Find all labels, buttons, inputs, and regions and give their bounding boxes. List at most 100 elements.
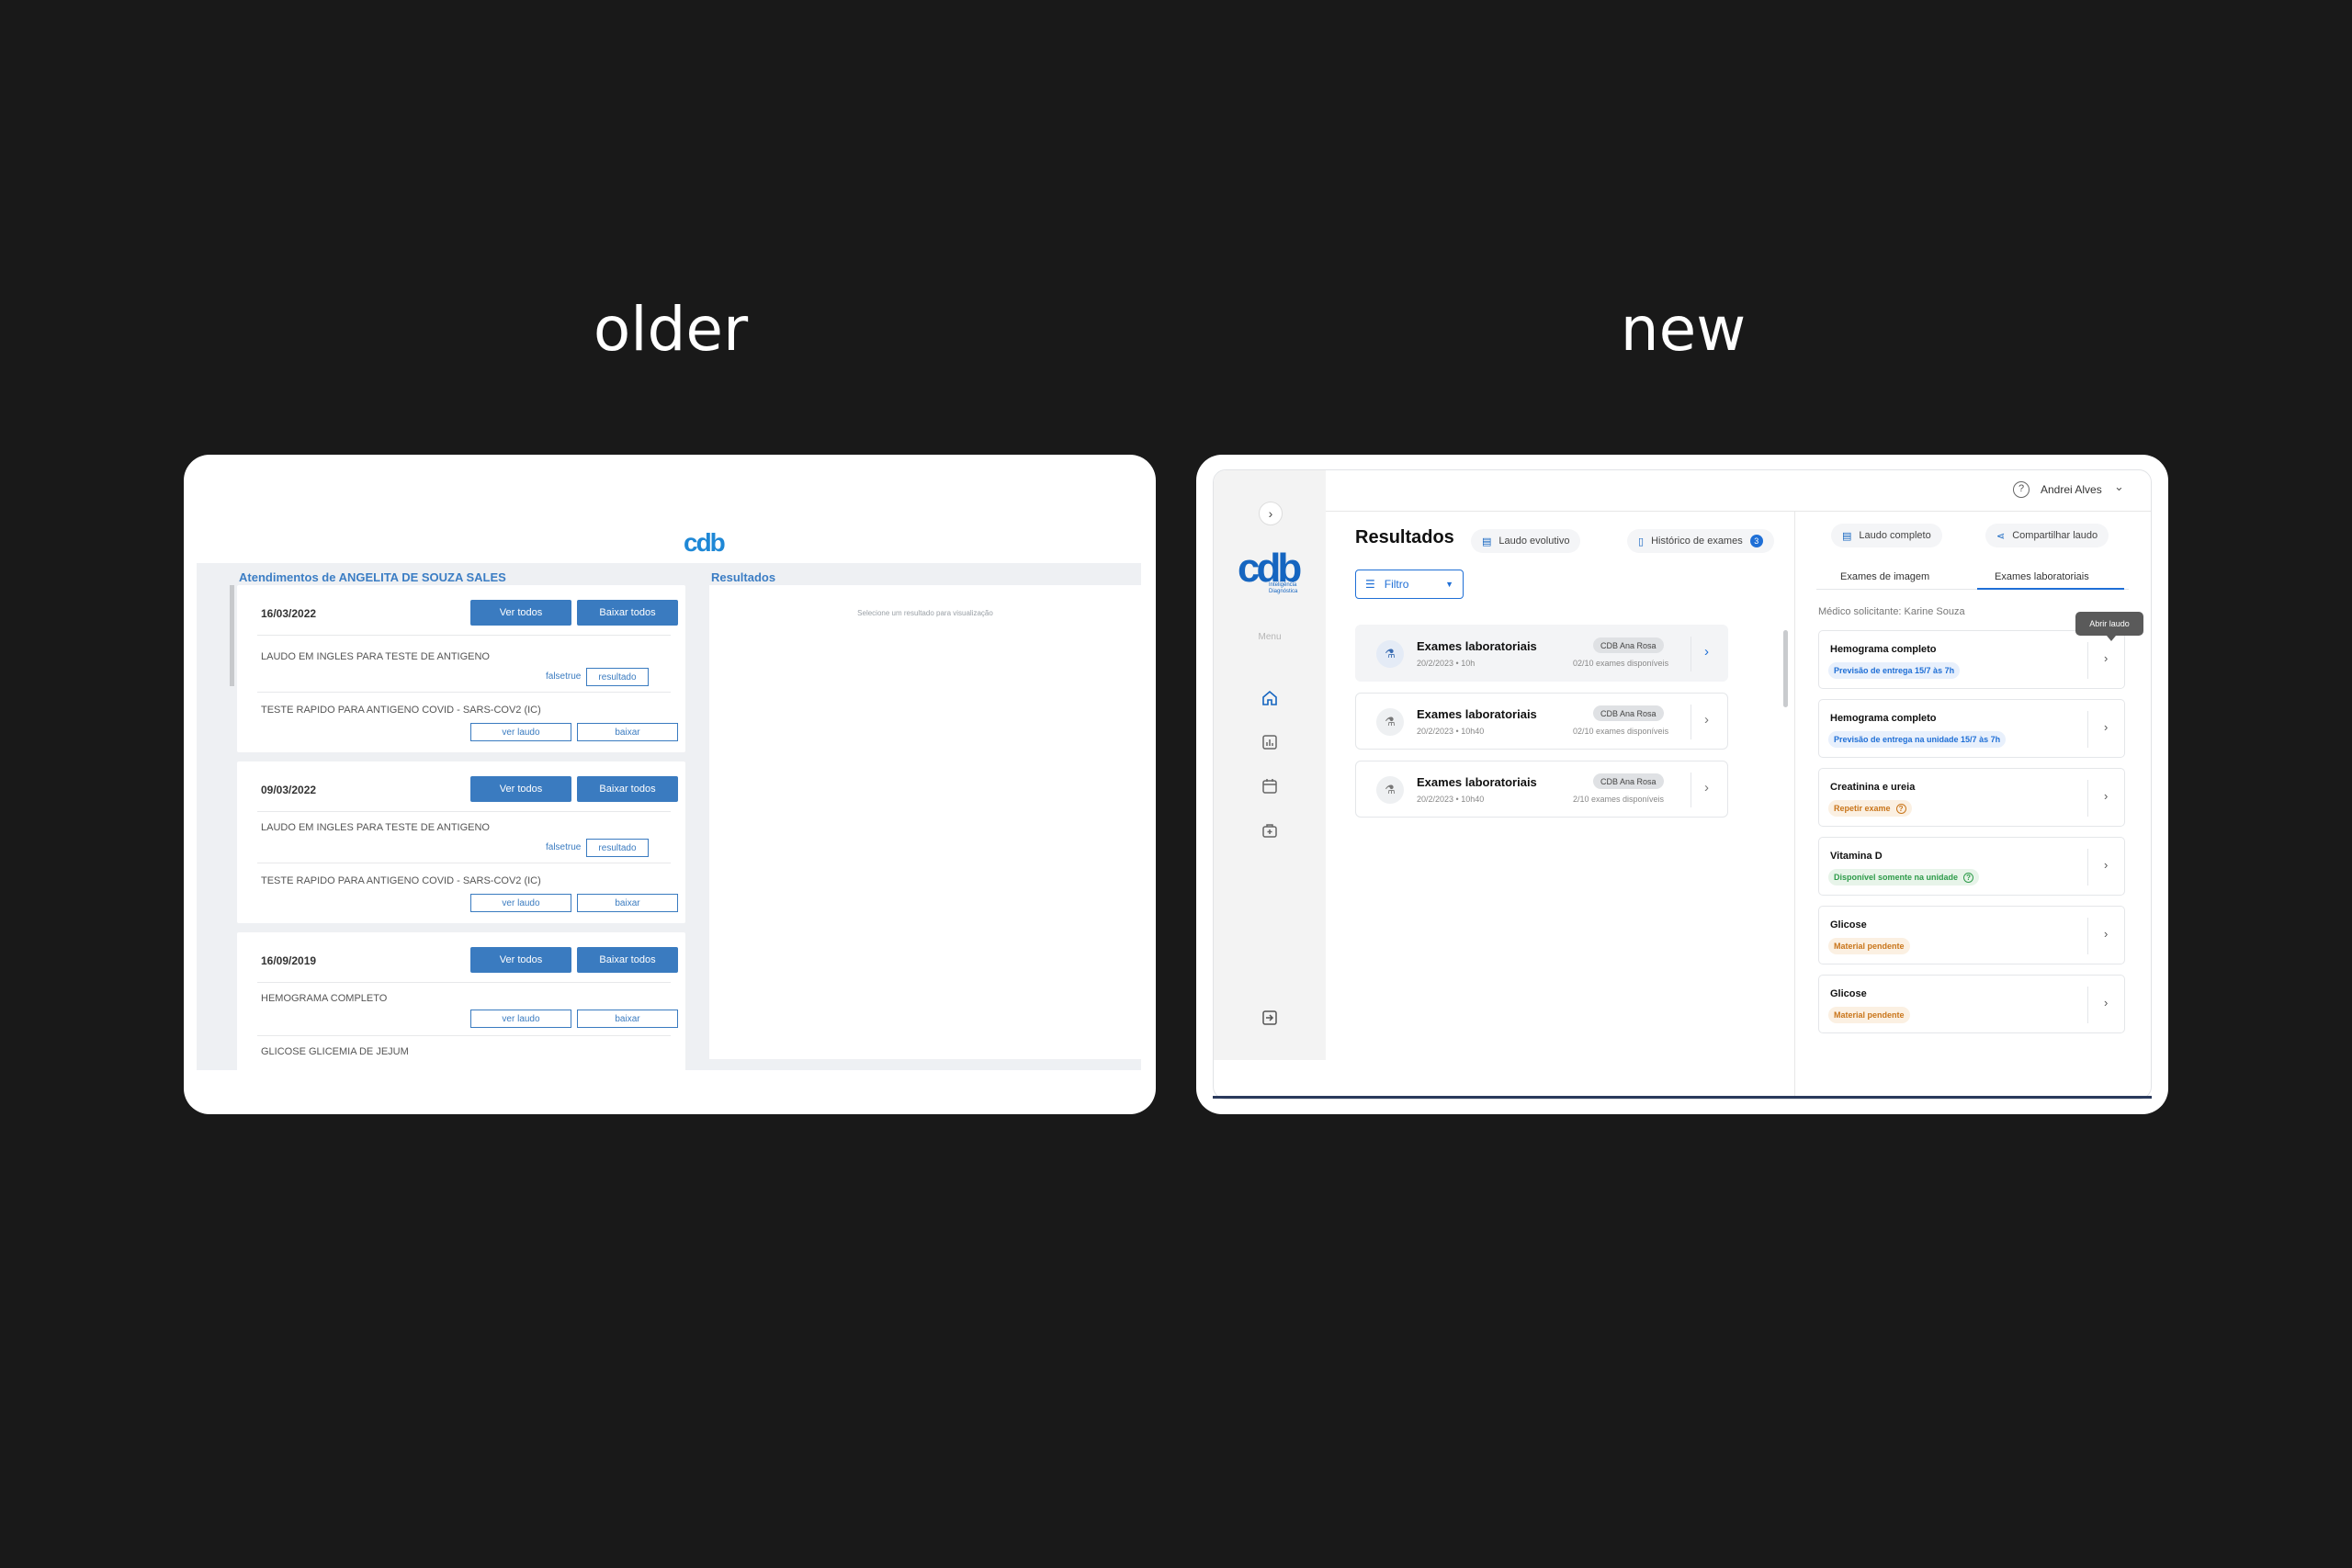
old-baixar-todos-button[interactable]: Baixar todos	[577, 600, 678, 626]
laudo-completo-button[interactable]: ▤ Laudo completo	[1831, 524, 1942, 547]
lab-exam-card[interactable]: Glicose Material pendente ›	[1818, 906, 2125, 964]
divider	[1326, 511, 2151, 512]
chevron-right-icon[interactable]: ›	[1704, 712, 1709, 728]
old-exam-item: GLICOSE GLICEMIA DE JEJUM	[261, 1046, 409, 1057]
help-icon[interactable]: ?	[1963, 872, 1974, 883]
historico-exames-button[interactable]: ▯ Histórico de exames 3	[1627, 529, 1774, 553]
exam-date: 20/2/2023 • 10h40	[1417, 727, 1485, 736]
old-resultado-button[interactable]: resultado	[586, 839, 649, 857]
new-app-window: › cdb Inteligência Diagnóstica Menu ? An…	[1213, 469, 2152, 1100]
chip-label: Compartilhar laudo	[2012, 530, 2098, 541]
help-icon[interactable]: ?	[1895, 803, 1906, 814]
laudo-evolutivo-button[interactable]: ▤ Laudo evolutivo	[1471, 529, 1581, 553]
divider	[2087, 711, 2088, 748]
sliders-icon: ☰	[1365, 578, 1375, 591]
old-attendance-list[interactable]: 16/03/2022 Ver todos Baixar todos LAUDO …	[230, 585, 685, 1070]
chevron-right-icon[interactable]: ›	[1704, 780, 1709, 795]
exam-availability: 02/10 exames disponíveis	[1573, 727, 1669, 736]
old-falsetrue-link[interactable]: falsetrue	[546, 671, 581, 682]
old-ver-laudo-button[interactable]: ver laudo	[470, 894, 571, 912]
lab-exam-card[interactable]: Hemograma completo Previsão de entrega 1…	[1818, 630, 2125, 689]
old-baixar-todos-button[interactable]: Baixar todos	[577, 776, 678, 802]
divider	[1690, 705, 1691, 739]
lab-exam-title: Vitamina D	[1830, 851, 1883, 862]
old-list-scrollbar[interactable]	[230, 585, 234, 686]
help-icon[interactable]: ?	[2013, 481, 2030, 498]
old-ver-todos-button[interactable]: Ver todos	[470, 600, 571, 626]
exam-group-card[interactable]: ⚗ Exames laboratoriais 20/2/2023 • 10h40…	[1355, 693, 1728, 750]
lab-exam-card[interactable]: Vitamina D Disponível somente na unidade…	[1818, 837, 2125, 896]
old-ver-todos-button[interactable]: Ver todos	[470, 947, 571, 973]
old-exam-item: HEMOGRAMA COMPLETO	[261, 993, 388, 1004]
old-exam-item: LAUDO EM INGLES PARA TESTE DE ANTIGENO	[261, 822, 490, 833]
exam-group-card[interactable]: ⚗ Exames laboratoriais 20/2/2023 • 10h40…	[1355, 761, 1728, 818]
old-ver-laudo-button[interactable]: ver laudo	[470, 1010, 571, 1028]
tab-exames-imagem[interactable]: Exames de imagem	[1840, 571, 1929, 582]
filter-label: Filtro	[1384, 578, 1409, 591]
chevron-down-icon[interactable]: ⌄	[2114, 479, 2124, 494]
user-menu[interactable]: Andrei Alves	[2041, 483, 2102, 496]
chevron-right-icon[interactable]: ›	[2104, 789, 2108, 803]
chevron-right-icon: ›	[1268, 506, 1273, 521]
old-group-date: 09/03/2022	[261, 784, 317, 796]
old-attendance-group: 16/09/2019 Ver todos Baixar todos HEMOGR…	[237, 932, 685, 1070]
divider	[257, 811, 671, 812]
sidebar-item-medical-kit[interactable]	[1259, 819, 1281, 841]
divider	[2087, 918, 2088, 954]
tab-exames-laboratoriais[interactable]: Exames laboratoriais	[1995, 571, 2089, 582]
old-group-date: 16/03/2022	[261, 607, 317, 620]
compartilhar-laudo-button[interactable]: ⋖ Compartilhar laudo	[1985, 524, 2109, 547]
old-baixar-button[interactable]: baixar	[577, 894, 678, 912]
requesting-doctor: Médico solicitante: Karine Souza	[1818, 606, 1965, 617]
document-icon: ▤	[1842, 530, 1852, 542]
lab-exam-card[interactable]: Creatinina e ureia Repetir exame? ›	[1818, 768, 2125, 827]
active-tab-indicator	[1977, 588, 2124, 590]
chevron-right-icon[interactable]: ›	[2104, 858, 2108, 872]
test-tube-icon: ⚗	[1376, 640, 1404, 668]
status-badge: Previsão de entrega 15/7 às 7h	[1828, 662, 1961, 679]
list-scrollbar[interactable]	[1783, 630, 1788, 707]
logout-button[interactable]	[1259, 1007, 1281, 1029]
status-label: Previsão de entrega na unidade 15/7 às 7…	[1834, 735, 2001, 744]
exam-group-card[interactable]: ⚗ Exames laboratoriais 20/2/2023 • 10h C…	[1355, 625, 1728, 682]
divider	[1690, 773, 1691, 807]
old-results-panel: Selecione um resultado para visualização	[709, 585, 1141, 1059]
exam-title: Exames laboratoriais	[1417, 775, 1537, 789]
lab-exam-card[interactable]: Hemograma completo Previsão de entrega n…	[1818, 699, 2125, 758]
calendar-icon	[1262, 779, 1277, 794]
old-falsetrue-link[interactable]: falsetrue	[546, 842, 581, 852]
logo-subtitle: Inteligência Diagnóstica	[1269, 582, 1298, 594]
sidebar-toggle-button[interactable]: ›	[1259, 502, 1283, 525]
divider	[1690, 637, 1691, 671]
new-screenshot-card: › cdb Inteligência Diagnóstica Menu ? An…	[1196, 455, 2168, 1114]
old-exam-item: TESTE RAPIDO PARA ANTIGENO COVID - SARS-…	[261, 705, 541, 716]
old-attendance-group: 09/03/2022 Ver todos Baixar todos LAUDO …	[237, 761, 685, 923]
chevron-right-icon[interactable]: ›	[2104, 927, 2108, 941]
unit-tag: CDB Ana Rosa	[1593, 705, 1664, 721]
chevron-right-icon[interactable]: ›	[2104, 996, 2108, 1010]
filter-dropdown[interactable]: ☰ Filtro ▼	[1355, 570, 1464, 599]
chevron-right-icon[interactable]: ›	[2104, 651, 2108, 665]
old-ver-laudo-button[interactable]: ver laudo	[470, 723, 571, 741]
sidebar-item-reports[interactable]	[1259, 731, 1281, 753]
lab-exam-card[interactable]: Glicose Material pendente ›	[1818, 975, 2125, 1033]
divider	[257, 982, 671, 983]
old-baixar-button[interactable]: baixar	[577, 1010, 678, 1028]
old-resultado-button[interactable]: resultado	[586, 668, 649, 686]
status-label: Previsão de entrega 15/7 às 7h	[1834, 666, 1955, 675]
status-label: Material pendente	[1834, 1010, 1905, 1020]
page-title: Resultados	[1355, 527, 1454, 547]
chevron-right-icon[interactable]: ›	[2104, 720, 2108, 734]
sidebar-item-home[interactable]	[1259, 687, 1281, 709]
test-tube-icon: ⚗	[1376, 776, 1404, 804]
old-baixar-todos-button[interactable]: Baixar todos	[577, 947, 678, 973]
old-attendance-group: 16/03/2022 Ver todos Baixar todos LAUDO …	[237, 585, 685, 752]
old-results-title: Resultados	[711, 570, 776, 584]
chevron-right-icon[interactable]: ›	[1704, 644, 1709, 660]
old-baixar-button[interactable]: baixar	[577, 723, 678, 741]
sidebar-item-calendar[interactable]	[1259, 775, 1281, 797]
old-ver-todos-button[interactable]: Ver todos	[470, 776, 571, 802]
unit-tag: CDB Ana Rosa	[1593, 637, 1664, 653]
menu-label: Menu	[1258, 632, 1282, 642]
historico-count-badge: 3	[1749, 535, 1763, 547]
